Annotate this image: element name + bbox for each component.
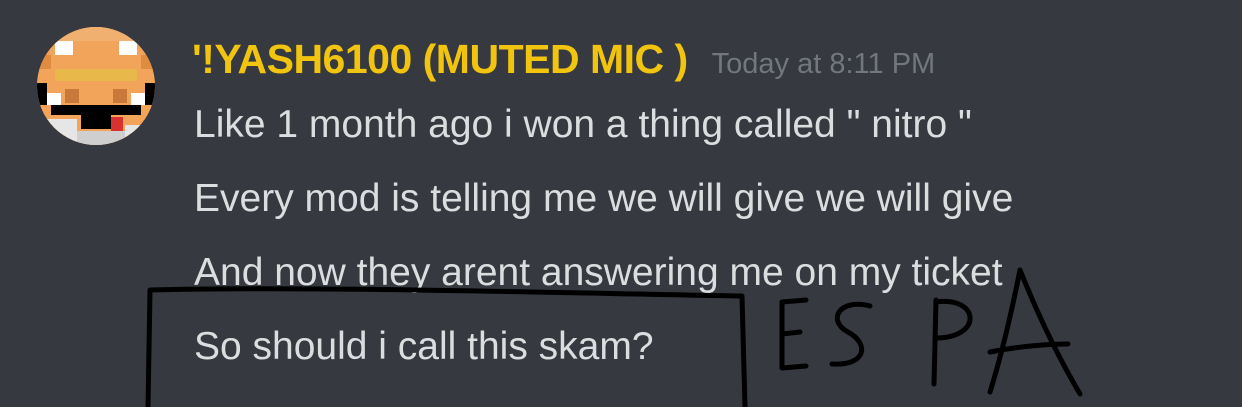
message-header: '!YASH6100 (MUTED MIC ) Today at 8:11 PM [192,36,935,88]
message-line: Like 1 month ago i won a thing called " … [194,103,972,146]
scribble-letter-e [779,297,809,371]
message-line: So should i call this skam? [194,325,654,368]
timestamp[interactable]: Today at 8:11 PM [712,48,936,81]
scribble-letter-p [931,297,973,387]
username[interactable]: '!YASH6100 (MUTED MIC ) [192,36,688,83]
pixel-face-avatar-icon [37,27,155,145]
message-line: Every mod is telling me we will give we … [194,177,1014,220]
scribble-letter-a [987,267,1083,397]
message-line: And now they arent answering me on my ti… [194,251,1003,294]
user-avatar[interactable] [37,27,155,145]
scribble-letter-s [829,301,873,367]
chat-message: '!YASH6100 (MUTED MIC ) Today at 8:11 PM… [0,0,1242,407]
